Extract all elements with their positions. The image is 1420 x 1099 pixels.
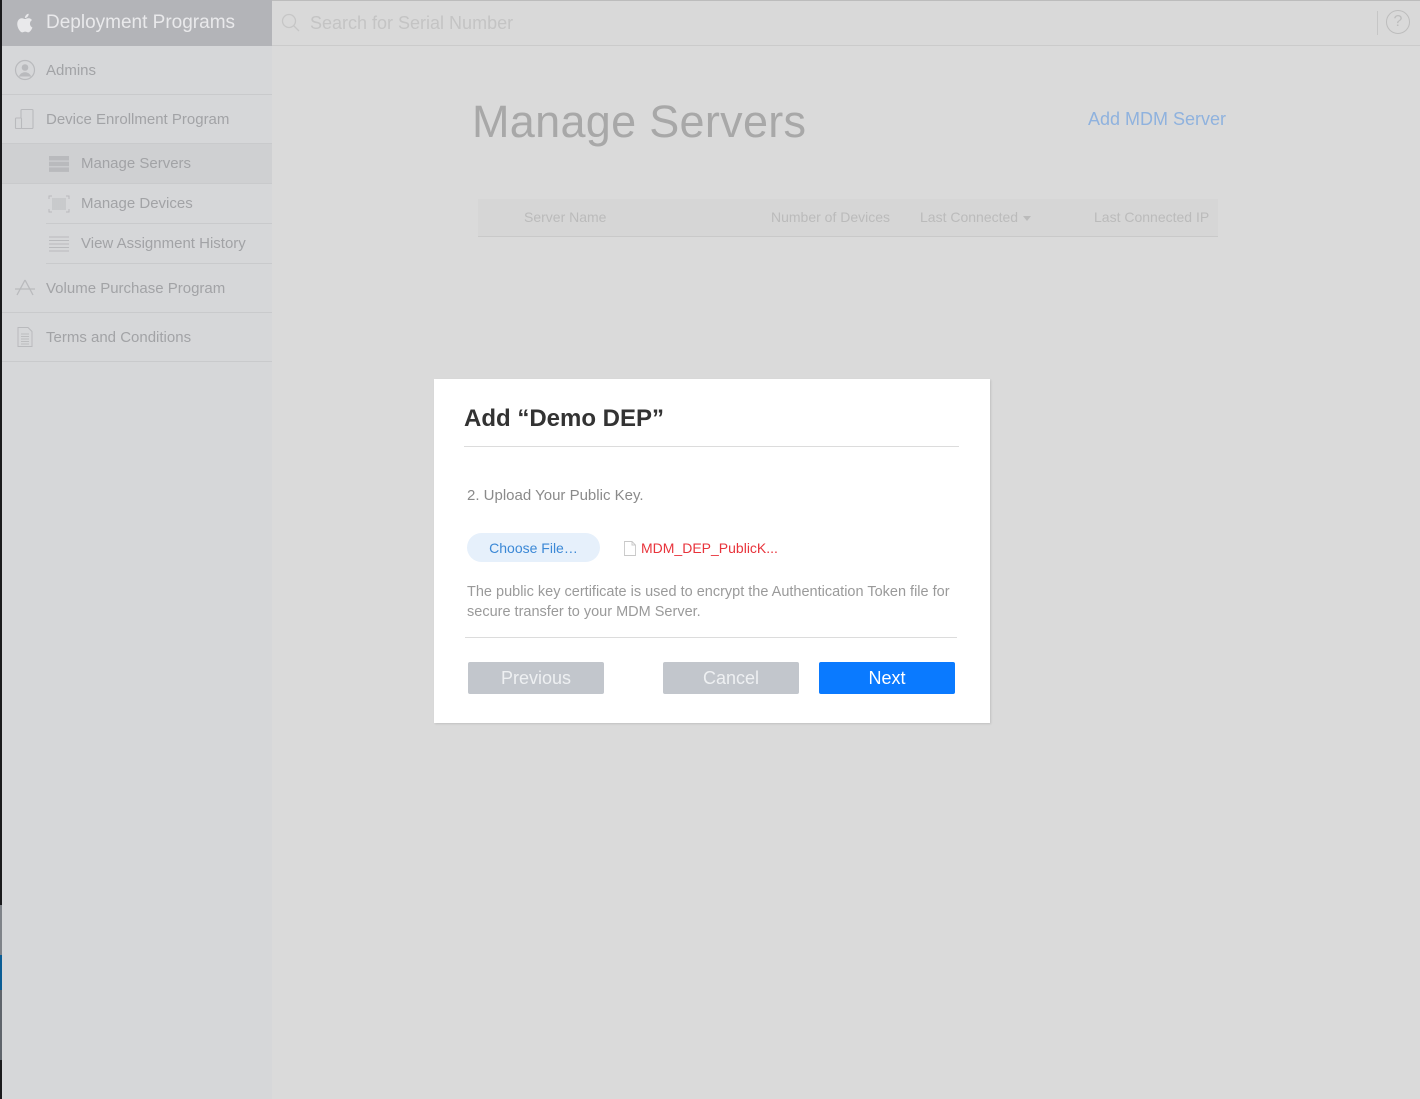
list-icon [48, 234, 70, 254]
column-header-last-connected-ip[interactable]: Last Connected IP [1094, 209, 1209, 225]
add-server-dialog: Add “Demo DEP” 2. Upload Your Public Key… [434, 379, 990, 723]
column-header-last-connected[interactable]: Last Connected [920, 209, 1032, 225]
sidebar-item-manage-devices[interactable]: Manage Devices [46, 184, 272, 224]
sidebar-item-admins[interactable]: Admins [2, 46, 272, 95]
cancel-button[interactable]: Cancel [663, 662, 799, 694]
sidebar-title: Deployment Programs [46, 12, 236, 33]
sidebar-item-label: Manage Servers [81, 155, 192, 172]
previous-button[interactable]: Previous [468, 662, 604, 694]
dialog-description: The public key certificate is used to en… [467, 584, 950, 620]
divider [464, 446, 959, 447]
person-circle-icon [14, 59, 36, 81]
sidebar-item-label: Volume Purchase Program [46, 279, 226, 297]
dialog-title: Add “Demo DEP” [464, 405, 665, 432]
sidebar-item-label: Device Enrollment Program [46, 110, 230, 128]
sidebar-item-label: Admins [46, 61, 97, 79]
sidebar: Deployment Programs Admins Device Enroll… [2, 0, 272, 1099]
column-header-server-name[interactable]: Server Name [524, 209, 606, 225]
choose-file-button[interactable]: Choose File… [467, 533, 600, 562]
add-mdm-server-link[interactable]: Add MDM Server [1088, 109, 1226, 130]
topbar: ? [272, 0, 1420, 46]
sort-caret-icon [1023, 215, 1032, 221]
sidebar-item-terms[interactable]: Terms and Conditions [2, 313, 272, 362]
column-header-label: Last Connected [920, 209, 1019, 225]
barcode-icon [48, 194, 70, 214]
app-store-icon [14, 277, 36, 299]
sidebar-item-view-assignment-history[interactable]: View Assignment History [46, 224, 272, 264]
selected-file: MDM_DEP_PublicK... [624, 540, 778, 556]
servers-table-header: Server Name Number of Devices Last Conne… [478, 199, 1218, 237]
serial-number-search-input[interactable] [310, 12, 910, 34]
next-button[interactable]: Next [819, 662, 955, 694]
sidebar-item-manage-servers[interactable]: Manage Servers [2, 144, 272, 184]
sidebar-item-label: Manage Devices [81, 195, 193, 212]
file-icon [624, 540, 636, 556]
help-icon[interactable]: ? [1386, 10, 1410, 34]
topbar-divider [1377, 11, 1378, 35]
search-icon [281, 13, 300, 32]
document-icon [14, 326, 36, 348]
step-label: 2. Upload Your Public Key. [467, 487, 644, 504]
sidebar-item-label: View Assignment History [81, 235, 246, 252]
app-window: Deployment Programs Admins Device Enroll… [2, 0, 1420, 1099]
column-header-number-of-devices[interactable]: Number of Devices [771, 209, 890, 225]
divider [465, 637, 957, 638]
sidebar-item-label: Terms and Conditions [46, 328, 192, 346]
file-name: MDM_DEP_PublicK... [641, 540, 778, 556]
server-icon [48, 154, 70, 174]
sidebar-item-volume-purchase[interactable]: Volume Purchase Program [2, 264, 272, 313]
devices-icon [14, 108, 36, 130]
sidebar-header: Deployment Programs [2, 0, 272, 46]
sidebar-item-device-enrollment[interactable]: Device Enrollment Program [2, 95, 272, 144]
apple-logo-icon [17, 13, 33, 33]
page-title: Manage Servers [472, 96, 807, 147]
